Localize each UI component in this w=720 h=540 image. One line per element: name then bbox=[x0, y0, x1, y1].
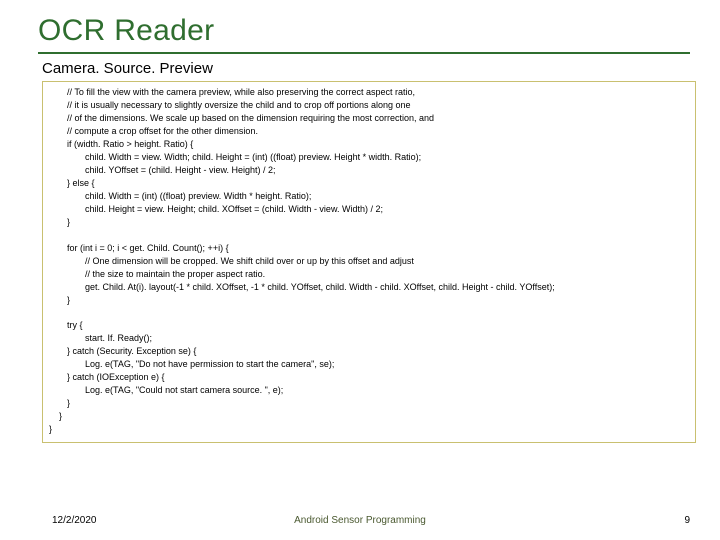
code-line: // compute a crop offset for the other d… bbox=[49, 125, 689, 138]
code-line: } bbox=[49, 294, 689, 307]
code-block-2: for (int i = 0; i < get. Child. Count();… bbox=[49, 242, 689, 307]
code-line: } bbox=[49, 410, 689, 423]
code-block-1: // To fill the view with the camera prev… bbox=[49, 86, 689, 230]
code-line: child. Width = (int) ((float) preview. W… bbox=[49, 190, 689, 203]
footer-center: Android Sensor Programming bbox=[0, 515, 720, 526]
code-line: // of the dimensions. We scale up based … bbox=[49, 112, 689, 125]
code-line: } bbox=[49, 216, 689, 229]
code-block-3: try { start. If. Ready(); } catch (Secur… bbox=[49, 319, 689, 436]
code-line: } bbox=[49, 397, 689, 410]
code-line: } bbox=[49, 423, 689, 436]
code-line: start. If. Ready(); bbox=[49, 332, 689, 345]
code-line: child. Height = view. Height; child. XOf… bbox=[49, 203, 689, 216]
code-line: try { bbox=[49, 319, 689, 332]
code-box: // To fill the view with the camera prev… bbox=[42, 81, 696, 443]
code-line: // One dimension will be cropped. We shi… bbox=[49, 255, 689, 268]
code-line: child. Width = view. Width; child. Heigh… bbox=[49, 151, 689, 164]
code-line: Log. e(TAG, "Could not start camera sour… bbox=[49, 384, 689, 397]
code-line: Log. e(TAG, "Do not have permission to s… bbox=[49, 358, 689, 371]
code-line: // To fill the view with the camera prev… bbox=[49, 86, 689, 99]
footer-page-number: 9 bbox=[684, 515, 690, 526]
slide: OCR Reader Camera. Source. Preview // To… bbox=[0, 0, 720, 540]
code-line: // it is usually necessary to slightly o… bbox=[49, 99, 689, 112]
subtitle: Camera. Source. Preview bbox=[42, 60, 690, 77]
code-line: child. YOffset = (child. Height - view. … bbox=[49, 164, 689, 177]
page-title: OCR Reader bbox=[38, 14, 690, 48]
code-line: } catch (IOException e) { bbox=[49, 371, 689, 384]
code-line: } catch (Security. Exception se) { bbox=[49, 345, 689, 358]
code-line: get. Child. At(i). layout(-1 * child. XO… bbox=[49, 281, 689, 294]
footer-date: 12/2/2020 bbox=[52, 515, 97, 526]
code-line: for (int i = 0; i < get. Child. Count();… bbox=[49, 242, 689, 255]
footer: Android Sensor Programming 12/2/2020 9 bbox=[0, 515, 720, 526]
code-line: if (width. Ratio > height. Ratio) { bbox=[49, 138, 689, 151]
code-line: } else { bbox=[49, 177, 689, 190]
title-rule bbox=[38, 52, 690, 54]
code-line: // the size to maintain the proper aspec… bbox=[49, 268, 689, 281]
